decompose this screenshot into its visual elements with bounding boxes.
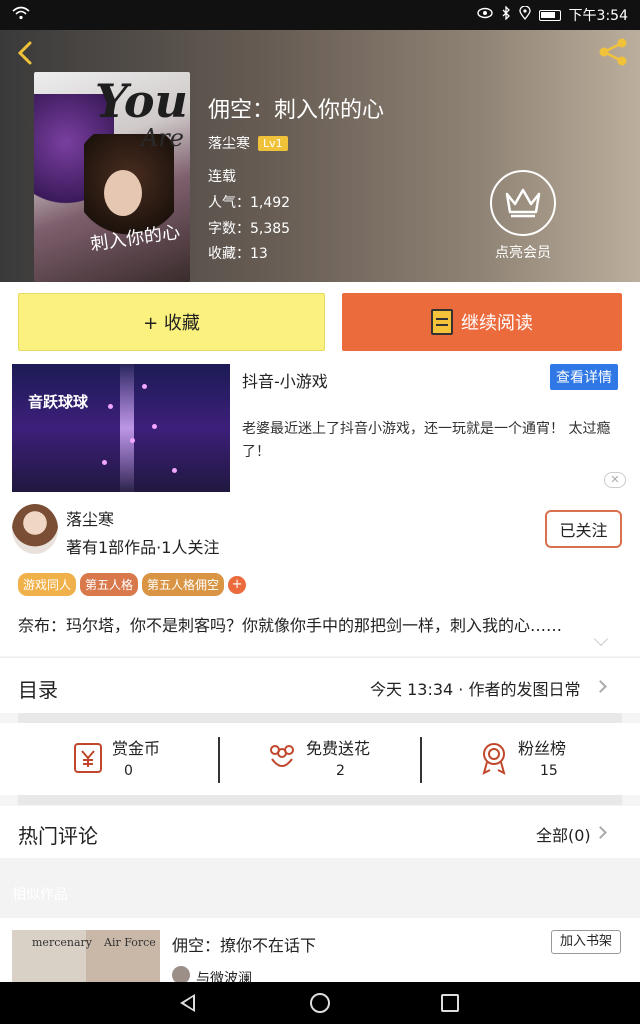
close-icon[interactable]: ✕: [604, 472, 626, 488]
author-name-2[interactable]: 落尘寒: [66, 506, 114, 530]
ad-logo: 音跃球球: [28, 393, 89, 411]
wifi-icon: [12, 6, 30, 24]
vip-label: 点亮会员: [495, 245, 551, 261]
author-section: 落尘寒 著有1部作品·1人关注 已关注 游戏同人 第五人格 第五人格佣空 + 奈…: [0, 494, 640, 656]
recommended-title: 佣空：撩你不在话下: [172, 936, 317, 955]
battery-icon: [538, 9, 561, 21]
chevron-right-icon: [594, 826, 607, 839]
system-nav-bar: [0, 982, 640, 1024]
home-icon[interactable]: [310, 993, 330, 1013]
cover-text: Air Force: [104, 936, 156, 949]
action-bar: + 收藏 继续阅读: [0, 282, 640, 362]
stat-value: 2: [336, 763, 345, 779]
recommended-cover[interactable]: mercenary Air Force: [12, 930, 160, 982]
chevron-right-icon: [594, 680, 607, 693]
level-badge: Lv1: [258, 135, 288, 151]
stat-value: 15: [540, 763, 558, 779]
chevron-down-icon[interactable]: [593, 631, 609, 647]
bluetooth-icon: [501, 5, 511, 24]
popularity-text: 人气：1,492: [208, 195, 291, 211]
eye-icon: [476, 7, 493, 23]
recent-apps-icon[interactable]: [441, 994, 459, 1012]
stat-name: 免费送花: [306, 739, 371, 758]
cover-art-face: [104, 170, 142, 216]
continue-reading-label: 继续阅读: [461, 313, 533, 334]
reward-coin-button[interactable]: 赏金币 0: [20, 735, 220, 783]
cover-text: mercenary: [32, 936, 92, 949]
favorites-text: 收藏：13: [208, 246, 268, 262]
tag-item[interactable]: 第五人格佣空: [142, 573, 225, 596]
divider: [18, 795, 622, 805]
similar-section: [0, 858, 640, 918]
toc-label: 目录: [18, 678, 58, 702]
avatar: [172, 966, 190, 982]
reward-coin-icon: [74, 743, 102, 773]
stat-name: 赏金币: [112, 739, 161, 758]
status-bar: 下午3:54: [0, 0, 640, 30]
back-button[interactable]: [12, 38, 40, 68]
author-line: 落尘寒 Lv1: [208, 133, 288, 153]
ad-title: 抖音-小游戏: [242, 372, 328, 391]
recommended-book[interactable]: mercenary Air Force 佣空：撩你不在话下 加入书架 与微波澜: [0, 918, 640, 982]
stat-name: 粉丝榜: [518, 739, 567, 758]
ad-detail-button[interactable]: 查看详情: [550, 364, 618, 390]
stats-row: 赏金币 0 免费送花 2 粉丝榜 15: [0, 723, 640, 795]
location-icon: [518, 5, 531, 24]
author-name[interactable]: 落尘寒: [208, 133, 250, 153]
book-header: You Are 刺入你的心 佣空：刺入你的心 落尘寒 Lv1 连载 人气：1,4…: [0, 30, 640, 282]
share-icon[interactable]: [596, 36, 630, 68]
tag-item[interactable]: 游戏同人: [18, 573, 77, 596]
avatar[interactable]: [12, 504, 58, 554]
toc-update: 今天 13:34 · 作者的发图日常: [370, 680, 581, 699]
add-tag-button[interactable]: +: [228, 575, 247, 594]
follow-button[interactable]: 已关注: [545, 510, 622, 548]
back-icon[interactable]: [180, 994, 195, 1012]
cover-text-2: Are: [140, 124, 184, 152]
collect-button[interactable]: + 收藏: [18, 293, 325, 351]
all-comments-button[interactable]: 全部(0): [536, 822, 591, 846]
divider: [18, 713, 622, 723]
flower-icon: [270, 745, 294, 767]
tag-list: 游戏同人 第五人格 第五人格佣空 +: [18, 573, 247, 596]
recommended-author: 与微波澜: [196, 971, 252, 982]
stat-value: 0: [124, 763, 133, 779]
add-to-shelf-button[interactable]: 加入书架: [551, 930, 621, 954]
author-info: 著有1部作品·1人关注: [66, 538, 220, 557]
synopsis[interactable]: 奈布：玛尔塔，你不是刺客吗？你就像你手中的那把剑一样，刺入我的心……: [18, 612, 562, 636]
cover-text: You: [95, 74, 188, 128]
book-cover[interactable]: You Are 刺入你的心: [34, 72, 190, 282]
clock-time: 下午3:54: [568, 8, 628, 24]
status-text: 连载: [208, 169, 236, 185]
comments-label: 热门评论: [18, 824, 98, 848]
word-count-text: 字数：5,385: [208, 221, 291, 237]
continue-reading-button[interactable]: 继续阅读: [342, 293, 622, 351]
ad-banner[interactable]: 音跃球球 抖音-小游戏 查看详情 老婆最近迷上了抖音小游戏，还一玩就是一个通宵！…: [0, 362, 640, 494]
tag-item[interactable]: 第五人格: [80, 573, 139, 596]
book-title: 佣空：刺入你的心: [208, 98, 385, 123]
send-flower-button[interactable]: 免费送花 2: [214, 735, 414, 783]
fan-ranking-button[interactable]: 粉丝榜 15: [426, 735, 626, 783]
crown-icon: [490, 170, 556, 236]
similar-label: 相似作品: [12, 887, 68, 903]
table-of-contents[interactable]: 目录 今天 13:34 · 作者的发图日常: [0, 657, 640, 713]
ad-description: 老婆最近迷上了抖音小游戏，还一玩就是一个通宵！ 太过瘾了！: [242, 421, 611, 460]
stat-separator: [420, 737, 422, 783]
book-icon: [431, 309, 453, 335]
vip-button[interactable]: 点亮会员: [488, 170, 558, 262]
medal-icon: [482, 743, 506, 775]
ad-image[interactable]: 音跃球球: [12, 364, 230, 492]
hot-comments: 热门评论 全部(0): [0, 806, 640, 858]
